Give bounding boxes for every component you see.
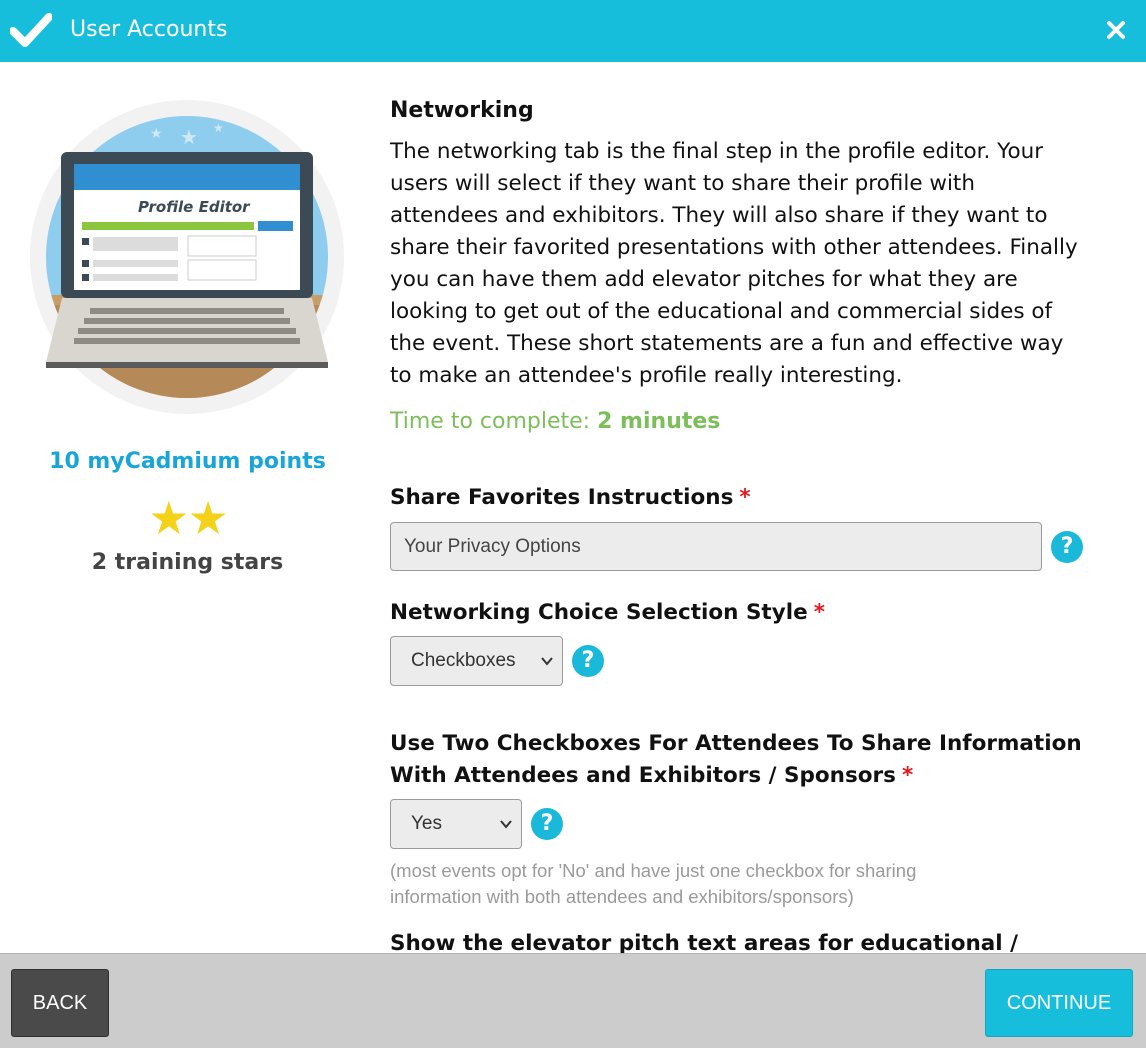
section-description: The networking tab is the final step in … [390,139,1078,388]
back-button[interactable]: BACK [11,969,109,1037]
required-asterisk: * [739,485,751,510]
time-to-complete: Time to complete: 2 minutes [390,409,720,434]
two-checkboxes-value: Yes [411,813,442,834]
required-asterisk: * [813,600,825,625]
hint-line1: (most events opt for 'No' and have just … [390,860,917,881]
two-checkboxes-label-line2: With Attendees and Exhibitors / Sponsors [390,763,896,788]
section-title: Networking [390,98,534,123]
training-stars: ★★ [148,491,228,545]
hint-line2: information with both attendees and exhi… [390,886,854,907]
svg-text:★: ★ [180,125,198,149]
points-label: 10 myCadmium points [49,449,326,474]
svg-text:★: ★ [150,126,163,142]
chevron-down-icon [500,820,512,829]
training-stars-label: 2 training stars [91,550,284,575]
illustration-label: Profile Editor [138,198,251,216]
share-favorites-input[interactable]: Your Privacy Options [390,522,1042,571]
share-favorites-label: Share Favorites Instructions * [390,482,751,514]
time-label: Time to complete: [390,409,591,434]
continue-button[interactable]: CONTINUE [985,969,1133,1037]
two-checkboxes-select[interactable]: Yes [390,799,522,849]
selection-style-select[interactable]: Checkboxes [390,636,563,686]
two-checkboxes-label: Use Two Checkboxes For Attendees To Shar… [390,728,1082,792]
window-title: User Accounts [70,17,228,42]
help-icon[interactable]: ? [1051,531,1083,563]
svg-text:★: ★ [213,121,224,135]
time-value: 2 minutes [597,409,721,434]
check-icon [10,13,52,47]
title-bar: User Accounts [0,0,1146,62]
footer-bar: BACK CONTINUE [0,953,1146,1048]
close-icon[interactable] [1104,18,1128,42]
help-icon[interactable]: ? [572,645,604,677]
share-favorites-label-text: Share Favorites Instructions [390,485,734,510]
two-checkboxes-label-line1: Use Two Checkboxes For Attendees To Shar… [390,731,1082,756]
chevron-down-icon [541,657,553,666]
selection-style-label: Networking Choice Selection Style * [390,597,825,629]
selection-style-label-text: Networking Choice Selection Style [390,600,808,625]
selection-style-value: Checkboxes [411,650,516,671]
help-icon[interactable]: ? [531,808,563,840]
required-asterisk: * [901,763,914,788]
profile-editor-illustration: ★ ★ ★ Profile Editor [30,100,344,414]
two-checkboxes-hint: (most events opt for 'No' and have just … [390,858,1030,910]
